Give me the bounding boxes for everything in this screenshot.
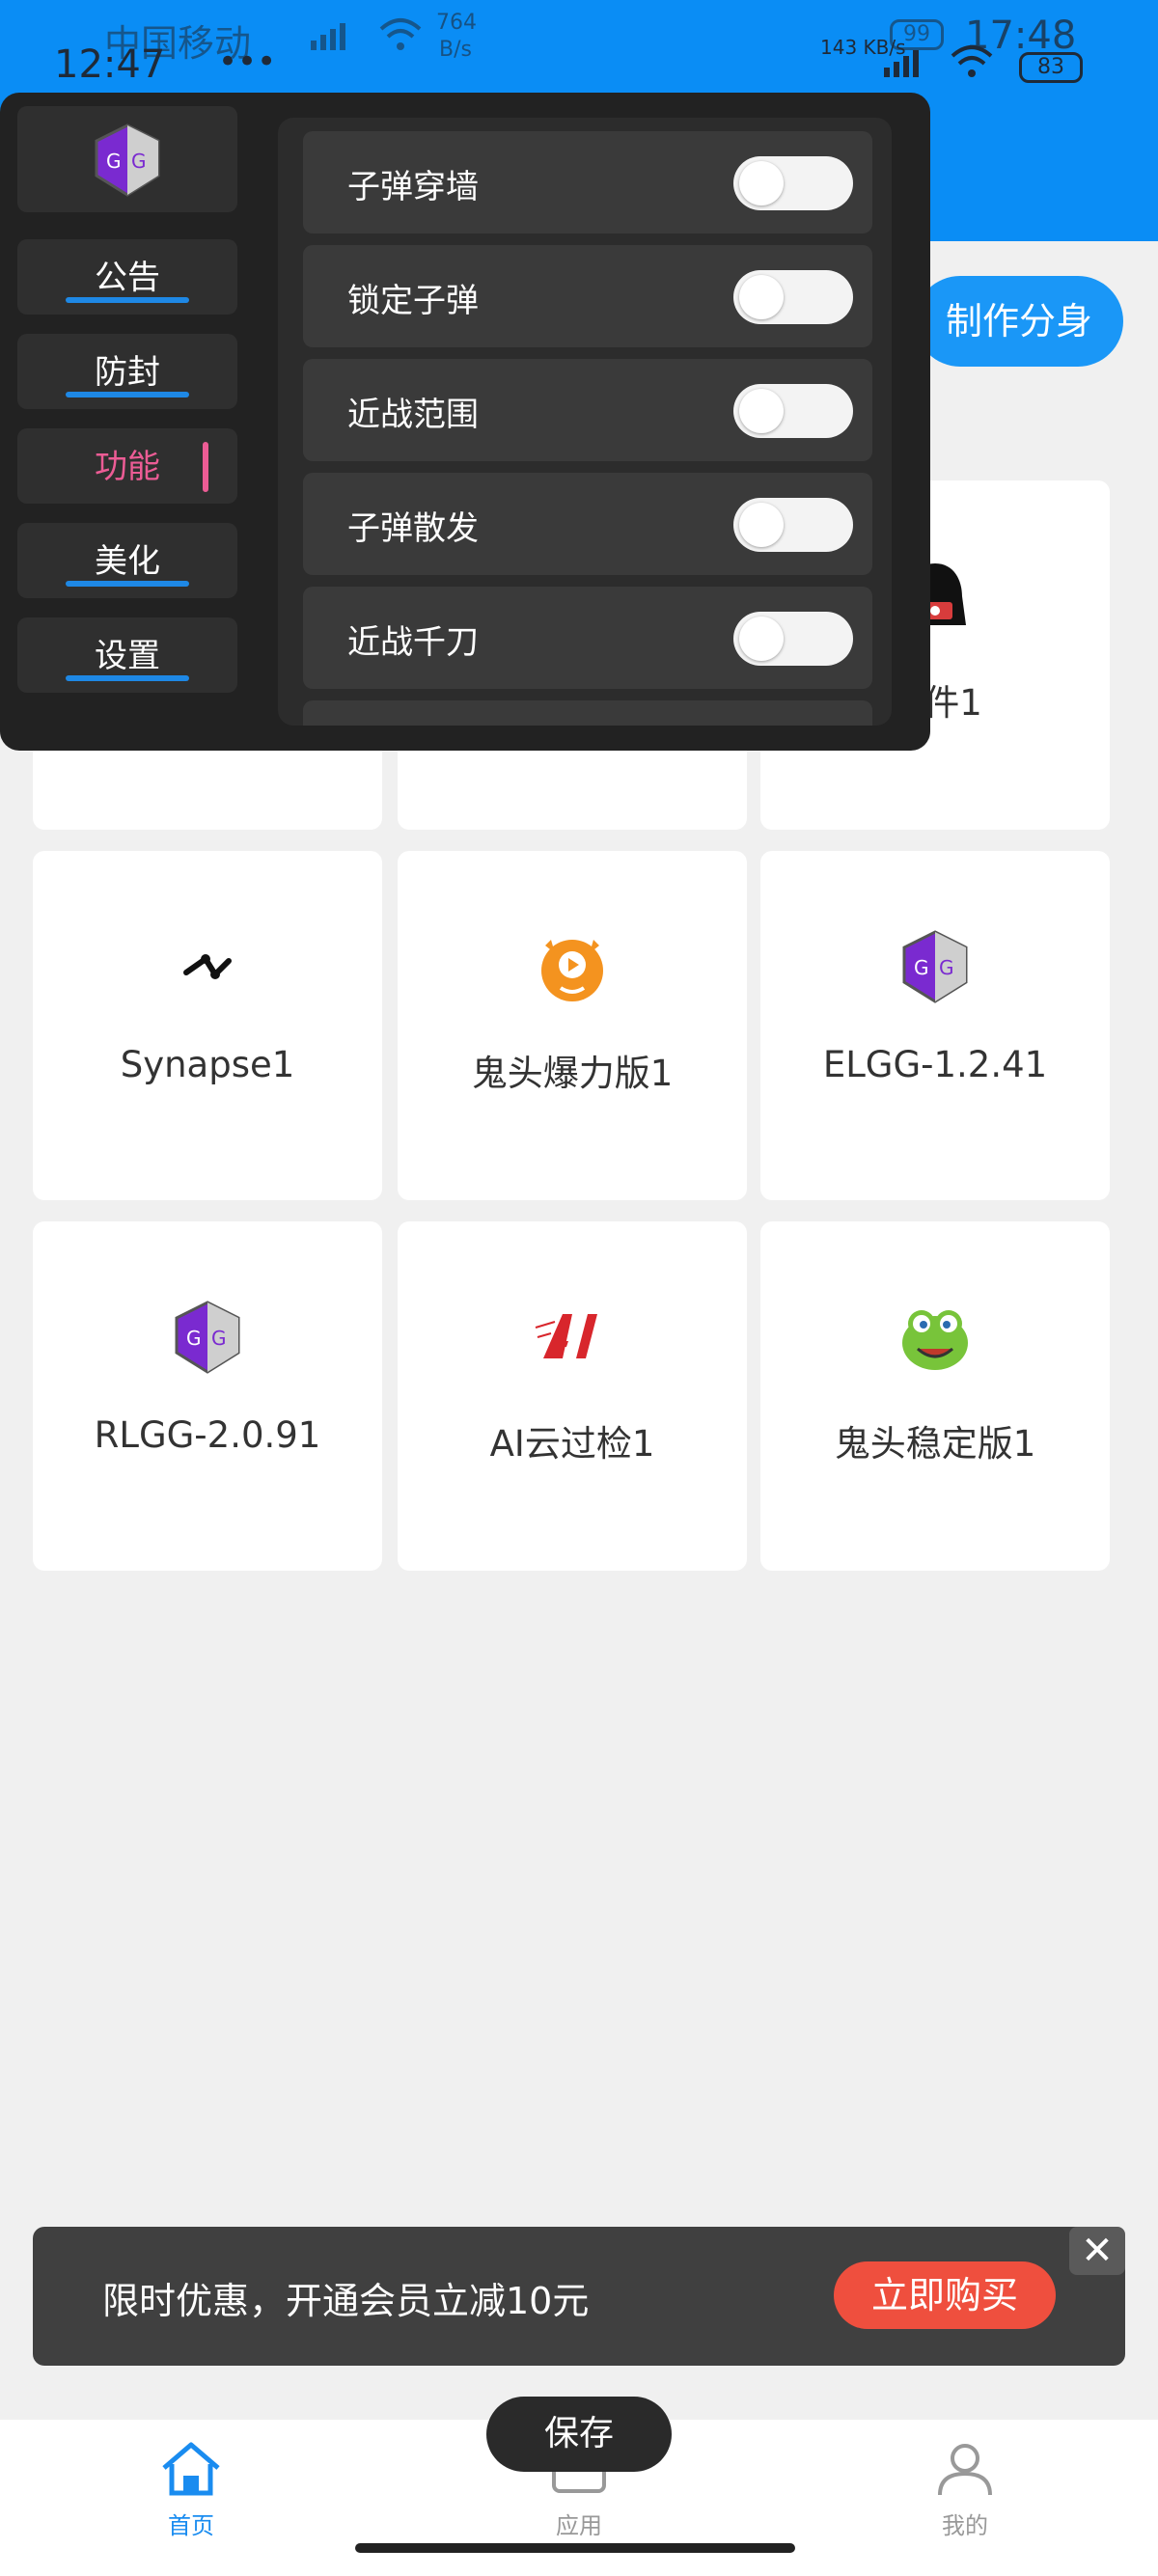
app-card[interactable]: G G RLGG-2.0.91 bbox=[33, 1221, 382, 1571]
toggle-switch[interactable] bbox=[733, 612, 853, 666]
toggle-knob bbox=[739, 275, 784, 319]
underline bbox=[66, 581, 189, 587]
svg-text:G: G bbox=[131, 150, 147, 173]
toggle-switch[interactable] bbox=[733, 270, 853, 324]
function-row: 锁定子弹 bbox=[303, 245, 872, 347]
app-card[interactable]: AI云过检1 bbox=[398, 1221, 747, 1571]
cheat-menu-panel: G G 公告 防封 功能 美化 设置 子弹穿墙 锁定子弹 近战范围 子弹散发 近… bbox=[0, 93, 930, 751]
function-row: 近战千刀 bbox=[303, 587, 872, 689]
promo-banner: 限时优惠，开通会员立减10元 立即购买 bbox=[33, 2227, 1125, 2366]
buy-now-button[interactable]: 立即购买 bbox=[834, 2261, 1056, 2329]
gg-logo: G G bbox=[17, 106, 237, 212]
app-card[interactable]: 鬼头稳定版1 bbox=[760, 1221, 1110, 1571]
sidebar-item-anti-ban[interactable]: 防封 bbox=[17, 334, 237, 409]
svg-text:G: G bbox=[939, 956, 954, 979]
app-label: ELGG-1.2.41 bbox=[822, 1044, 1048, 1085]
app-label: 鬼头稳定版1 bbox=[834, 1423, 1036, 1465]
function-label: 近战范围 bbox=[347, 396, 479, 434]
app-label: 鬼头爆力版1 bbox=[471, 1053, 674, 1094]
tiger-play-icon bbox=[541, 940, 603, 1001]
app-card[interactable]: Synapse1 bbox=[33, 851, 382, 1200]
svg-text:G: G bbox=[914, 956, 929, 979]
promo-text: 限时优惠，开通会员立减10元 bbox=[102, 2280, 590, 2322]
svg-text:G: G bbox=[211, 1327, 227, 1350]
underline bbox=[66, 675, 189, 681]
sidebar-item-settings[interactable]: 设置 bbox=[17, 617, 237, 693]
tab-label: 我的 bbox=[942, 2512, 988, 2539]
function-row: 近战范围 bbox=[303, 359, 872, 461]
app-label: RLGG-2.0.91 bbox=[94, 1414, 321, 1456]
function-label: 子弹散发 bbox=[347, 509, 479, 548]
tab-label: 应用 bbox=[556, 2512, 602, 2539]
sidebar-item-label: 防封 bbox=[95, 353, 160, 392]
make-clone-button[interactable]: 制作分身 bbox=[915, 276, 1123, 367]
wifi-icon bbox=[379, 18, 422, 50]
function-row: 子弹散发 bbox=[303, 473, 872, 575]
toggle-knob bbox=[739, 617, 784, 661]
more-dots-icon: ••• bbox=[218, 42, 277, 81]
underline bbox=[66, 297, 189, 303]
toggle-switch[interactable] bbox=[733, 384, 853, 438]
tab-label: 首页 bbox=[168, 2512, 214, 2539]
frog-icon bbox=[902, 1310, 968, 1370]
function-row: 子弹穿墙 bbox=[303, 131, 872, 233]
app-label: AI云过检1 bbox=[489, 1423, 655, 1465]
toggle-knob bbox=[739, 503, 784, 547]
function-label: 锁定子弹 bbox=[347, 282, 479, 320]
underline bbox=[66, 392, 189, 397]
toggle-switch[interactable] bbox=[733, 498, 853, 552]
synapse-icon bbox=[183, 954, 232, 979]
battery-indicator: 83 bbox=[1019, 52, 1083, 83]
wifi-icon-right bbox=[951, 45, 993, 77]
signal-icon bbox=[311, 23, 345, 50]
function-label: 子弹穿墙 bbox=[347, 168, 479, 206]
toggle-knob bbox=[739, 389, 784, 433]
svg-text:G: G bbox=[106, 150, 122, 173]
tab-mine[interactable]: 我的 bbox=[897, 2439, 1033, 2540]
active-indicator bbox=[203, 442, 208, 492]
ai-logo-icon bbox=[535, 1314, 597, 1358]
status-time-left: 12:47 bbox=[54, 42, 166, 87]
toggle-knob bbox=[739, 161, 784, 206]
close-icon[interactable]: ✕ bbox=[1069, 2227, 1125, 2275]
user-icon bbox=[938, 2444, 992, 2496]
home-icon bbox=[162, 2442, 220, 2496]
sidebar-item-functions[interactable]: 功能 bbox=[17, 428, 237, 504]
app-card[interactable]: G G ELGG-1.2.41 bbox=[760, 851, 1110, 1200]
sidebar-item-label: 美化 bbox=[95, 542, 160, 581]
sidebar-item-label: 设置 bbox=[95, 637, 160, 675]
app-label: Synapse1 bbox=[120, 1044, 295, 1085]
net-speed-left: 764 B/s bbox=[436, 11, 477, 62]
gg-icon: G G bbox=[175, 1301, 240, 1374]
gg-icon: G G bbox=[902, 930, 968, 1003]
app-card[interactable]: 鬼头爆力版1 bbox=[398, 851, 747, 1200]
sidebar-item-beautify[interactable]: 美化 bbox=[17, 523, 237, 598]
sidebar-item-notice[interactable]: 公告 bbox=[17, 239, 237, 315]
function-label: 近战千刀 bbox=[347, 623, 479, 662]
toggle-switch[interactable] bbox=[733, 156, 853, 210]
function-row-partial bbox=[303, 700, 872, 726]
function-list[interactable]: 子弹穿墙 锁定子弹 近战范围 子弹散发 近战千刀 bbox=[278, 118, 892, 726]
sidebar-item-label: 公告 bbox=[95, 259, 160, 297]
tab-home[interactable]: 首页 bbox=[124, 2439, 259, 2540]
svg-text:G: G bbox=[186, 1327, 202, 1350]
gg-icon: G G bbox=[95, 123, 160, 197]
signal-icon-right bbox=[884, 50, 919, 77]
save-button[interactable]: 保存 bbox=[486, 2397, 672, 2472]
home-indicator bbox=[355, 2543, 795, 2553]
